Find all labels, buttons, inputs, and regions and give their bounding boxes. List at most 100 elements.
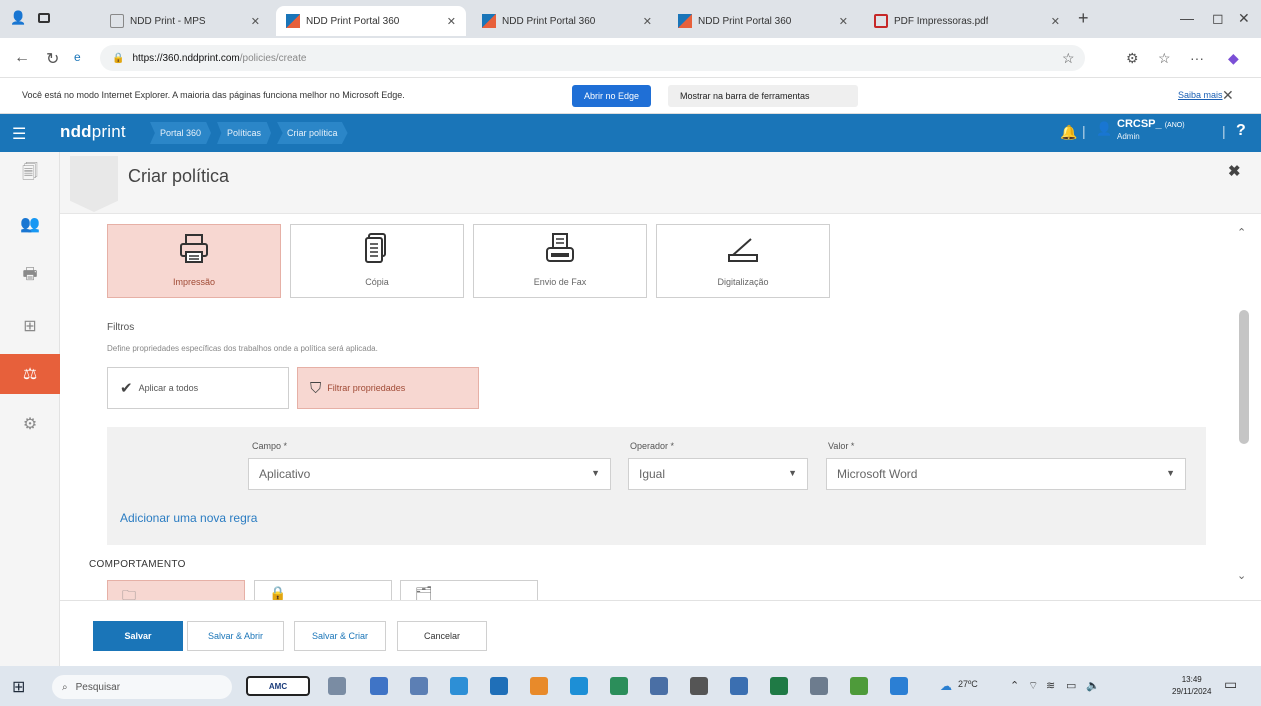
behavior-option-3[interactable]: 🗂 bbox=[400, 580, 538, 600]
extensions-icon[interactable]: ⚙ bbox=[1126, 50, 1139, 67]
firefox-icon[interactable] bbox=[530, 677, 548, 695]
browser-tab-1[interactable]: NDD Print - MPS ✕ bbox=[100, 6, 270, 36]
behavior-option-1[interactable]: 🗀 bbox=[107, 580, 245, 600]
tray-chevron-icon[interactable]: ⌃ bbox=[1010, 679, 1019, 692]
settings-gear-icon[interactable] bbox=[690, 677, 708, 695]
wifi-icon[interactable]: ≋ bbox=[1046, 679, 1055, 692]
field-select[interactable]: Aplicativo ▼ bbox=[248, 458, 611, 490]
taskbar-search-label: Pesquisar bbox=[75, 681, 121, 693]
open-in-edge-button[interactable]: Abrir no Edge bbox=[572, 85, 652, 107]
rail-item-settings[interactable]: ⚙ bbox=[0, 404, 60, 444]
operator-select[interactable]: Igual ▼ bbox=[628, 458, 808, 490]
battery-icon[interactable]: ▭ bbox=[1066, 679, 1076, 692]
more-options-icon[interactable]: ··· bbox=[1190, 50, 1204, 66]
rail-item-policies[interactable]: ⚖ bbox=[0, 354, 60, 394]
notification-bell-icon[interactable]: 🔔 bbox=[1060, 124, 1077, 141]
show-in-toolbar-button[interactable]: Mostrar na barra de ferramentas bbox=[668, 85, 858, 107]
copilot-icon[interactable]: ◆ bbox=[1228, 50, 1239, 67]
volume-icon[interactable]: 🔈 bbox=[1086, 679, 1100, 692]
ie-mode-icon[interactable]: e bbox=[74, 50, 81, 64]
scroll-up-icon[interactable]: ⌃ bbox=[1237, 226, 1246, 239]
job-type-scan-card[interactable]: Digitalização bbox=[656, 224, 830, 298]
rail-item-dashboard[interactable]: 🗐 bbox=[0, 154, 60, 194]
restore-icon[interactable]: ◻ bbox=[1212, 10, 1224, 27]
filters-description: Define propriedades específicas dos trab… bbox=[107, 344, 378, 353]
breadcrumb-portal-360[interactable]: Portal 360 bbox=[150, 122, 212, 144]
back-icon[interactable]: ← bbox=[14, 49, 30, 67]
job-type-fax-card[interactable]: Envio de Fax bbox=[473, 224, 647, 298]
nddprint-logo[interactable]: nddprint bbox=[60, 122, 126, 142]
taskbar-app-icon[interactable] bbox=[810, 677, 828, 695]
browser-tab-3[interactable]: NDD Print Portal 360 ✕ bbox=[472, 6, 662, 36]
notifications-icon[interactable]: ▭ bbox=[1224, 676, 1237, 693]
cancel-button[interactable]: Cancelar bbox=[397, 621, 487, 651]
windows-start-icon[interactable]: ⊞ bbox=[12, 677, 25, 697]
user-name[interactable]: CRCSP_ (ANO) bbox=[1117, 119, 1185, 131]
browser-tab-5[interactable]: PDF Impressoras.pdf ✕ bbox=[864, 6, 1070, 36]
clock-date: 29/11/2024 bbox=[1172, 687, 1212, 696]
close-tab-icon[interactable]: ✕ bbox=[1051, 15, 1060, 28]
value-select[interactable]: Microsoft Word ▼ bbox=[826, 458, 1186, 490]
profile-icon[interactable]: 👤 bbox=[10, 10, 26, 26]
value-label: Valor * bbox=[828, 441, 855, 451]
learn-more-link[interactable]: Saiba mais bbox=[1178, 90, 1223, 100]
rail-item-users[interactable]: 👥 bbox=[0, 204, 60, 244]
favorites-icon[interactable]: ☆ bbox=[1158, 50, 1171, 67]
close-tab-icon[interactable]: ✕ bbox=[643, 15, 652, 28]
edge-icon[interactable] bbox=[570, 677, 588, 695]
taskbar-app-icon[interactable] bbox=[370, 677, 388, 695]
job-type-copy-card[interactable]: Cópia bbox=[290, 224, 464, 298]
taskbar-search[interactable]: ⌕ Pesquisar bbox=[52, 675, 232, 699]
close-page-icon[interactable]: ✖ bbox=[1228, 162, 1241, 180]
filter-properties-option[interactable]: ⛉ Filtrar propriedades bbox=[297, 367, 479, 409]
hamburger-menu-icon[interactable]: ☰ bbox=[12, 124, 26, 144]
content-scrollbar[interactable]: ⌃ ⌄ bbox=[1237, 214, 1261, 600]
printer-icon: 🖶 bbox=[22, 265, 38, 283]
system-clock[interactable]: 13:49 29/11/2024 bbox=[1172, 674, 1211, 698]
save-and-create-button[interactable]: Salvar & Criar bbox=[294, 621, 386, 651]
save-and-open-button[interactable]: Salvar & Abrir bbox=[187, 621, 284, 651]
mail-icon[interactable] bbox=[490, 677, 508, 695]
breadcrumb-politicas[interactable]: Políticas bbox=[217, 122, 272, 144]
behavior-option-2[interactable]: 🔒 bbox=[254, 580, 392, 600]
weather-icon[interactable]: ☁ bbox=[940, 679, 952, 693]
network-icon[interactable]: ⌔ bbox=[1028, 679, 1038, 693]
window-icons: 👤 bbox=[10, 10, 51, 26]
close-infobar-icon[interactable]: ✕ bbox=[1222, 87, 1234, 104]
new-tab-icon[interactable]: + bbox=[1078, 8, 1089, 29]
weather-temperature[interactable]: 27ºC bbox=[958, 679, 978, 689]
taskbar-app-icon[interactable] bbox=[410, 677, 428, 695]
close-tab-icon[interactable]: ✕ bbox=[251, 15, 260, 28]
taskbar-app-icon[interactable] bbox=[850, 677, 868, 695]
minimize-icon[interactable]: — bbox=[1180, 10, 1194, 26]
add-new-rule-link[interactable]: Adicionar uma nova regra bbox=[120, 511, 257, 525]
rail-item-printers[interactable]: 🖶 bbox=[0, 256, 60, 296]
scrollbar-thumb[interactable] bbox=[1239, 310, 1249, 444]
close-tab-icon[interactable]: ✕ bbox=[447, 15, 456, 28]
rail-item-structure[interactable]: ⊞ bbox=[0, 306, 60, 346]
favorite-star-icon[interactable]: ☆ bbox=[1062, 50, 1075, 67]
field-label: Campo * bbox=[252, 441, 288, 451]
task-view-icon[interactable] bbox=[328, 677, 346, 695]
amc-app-icon[interactable]: AMC bbox=[246, 676, 310, 696]
browser-tab-2[interactable]: NDD Print Portal 360 ✕ bbox=[276, 6, 466, 36]
excel-icon[interactable] bbox=[770, 677, 788, 695]
taskbar-app-icon[interactable] bbox=[610, 677, 628, 695]
close-tab-icon[interactable]: ✕ bbox=[839, 15, 848, 28]
save-button[interactable]: Salvar bbox=[93, 621, 183, 651]
taskbar-app-icon[interactable] bbox=[450, 677, 468, 695]
browser-tab-4[interactable]: NDD Print Portal 360 ✕ bbox=[668, 6, 858, 36]
tab-actions-icon[interactable] bbox=[38, 13, 51, 23]
taskbar-app-icon[interactable] bbox=[650, 677, 668, 695]
user-icon[interactable]: 👤 bbox=[1096, 121, 1112, 137]
apply-to-all-option[interactable]: ✔ Aplicar a todos bbox=[107, 367, 289, 409]
refresh-icon[interactable]: ↻ bbox=[46, 49, 59, 69]
url-field[interactable]: 🔒 https://360.nddprint.com /policies/cre… bbox=[100, 45, 1085, 71]
job-type-print-card[interactable]: Impressão bbox=[107, 224, 281, 298]
scroll-down-icon[interactable]: ⌄ bbox=[1237, 569, 1246, 582]
url-path: /policies/create bbox=[239, 52, 307, 64]
close-window-icon[interactable]: ✕ bbox=[1238, 10, 1250, 27]
taskbar-app-icon[interactable] bbox=[730, 677, 748, 695]
chrome-icon[interactable] bbox=[890, 677, 908, 695]
help-icon[interactable]: ? bbox=[1236, 122, 1246, 140]
